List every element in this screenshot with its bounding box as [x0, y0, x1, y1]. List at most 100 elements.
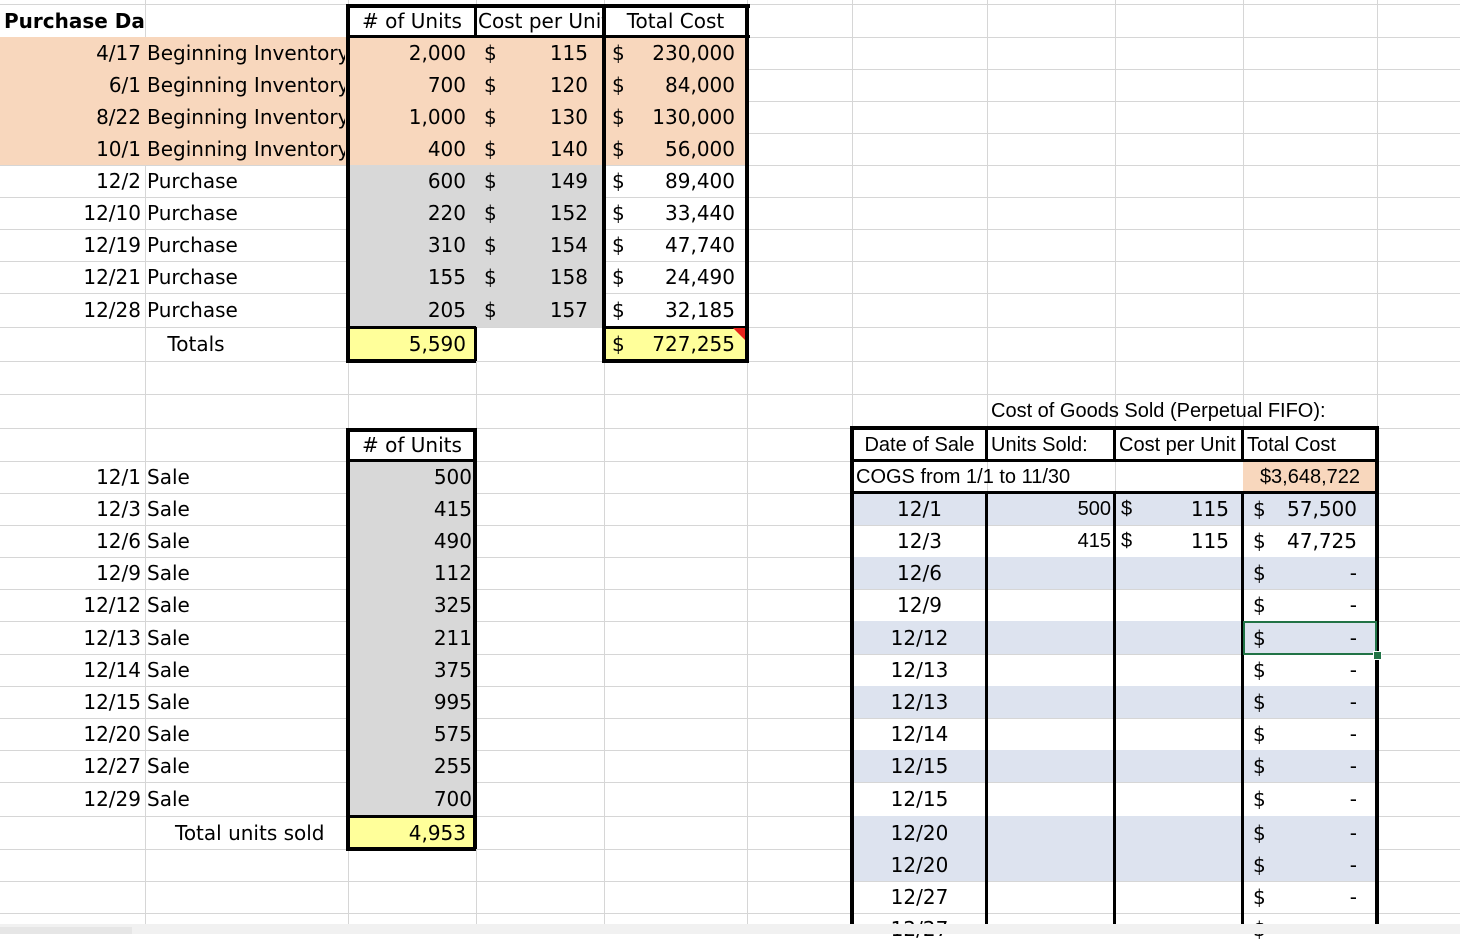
date-of-sale-header[interactable]: Date of Sale	[852, 428, 987, 461]
cogs-title[interactable]: Cost of Goods Sold (Perpetual FIFO):	[987, 394, 1377, 428]
sale-description[interactable]: Sale	[145, 557, 345, 589]
cost-per-unit-header[interactable]: Cost per Unit	[476, 4, 604, 37]
cost-per-unit-cell[interactable]	[1145, 849, 1243, 881]
currency-symbol[interactable]	[1115, 816, 1145, 849]
cogs-cost-per-unit-header[interactable]: Cost per Unit	[1115, 428, 1243, 461]
totals-label[interactable]: Totals	[145, 327, 345, 361]
purchase-total-cost[interactable]: 89,400	[634, 165, 747, 197]
sale-units[interactable]: 415	[348, 493, 476, 525]
total-cost-header[interactable]: Total Cost	[604, 4, 747, 37]
purchase-units[interactable]: 600	[348, 165, 476, 197]
purchase-date[interactable]: 10/1	[0, 133, 145, 165]
purchase-cost-per-unit[interactable]: 152	[506, 197, 604, 229]
sale-description[interactable]: Sale	[145, 654, 345, 686]
sale-date[interactable]: 12/12	[0, 589, 145, 621]
purchase-description[interactable]: Purchase	[145, 197, 345, 229]
cost-per-unit-cell[interactable]	[1145, 557, 1243, 589]
currency-symbol[interactable]	[1115, 686, 1145, 718]
units-header[interactable]: # of Units	[348, 4, 476, 37]
cost-per-unit-cell[interactable]: 115	[1145, 493, 1243, 525]
purchase-cost-per-unit[interactable]: 115	[506, 37, 604, 69]
currency-symbol[interactable]	[1115, 589, 1145, 621]
currency-symbol[interactable]: $	[476, 229, 506, 261]
currency-symbol[interactable]	[1115, 782, 1145, 816]
currency-symbol[interactable]: $	[1115, 525, 1145, 557]
sale-date-cell[interactable]: 12/9	[852, 589, 987, 621]
units-sold-cell[interactable]	[987, 621, 1115, 654]
sale-units[interactable]: 112	[348, 557, 476, 589]
purchase-date[interactable]: 12/28	[0, 293, 145, 327]
sale-description[interactable]: Sale	[145, 621, 345, 654]
sale-date[interactable]: 12/27	[0, 750, 145, 782]
currency-symbol[interactable]: $	[604, 293, 634, 327]
currency-symbol[interactable]: $	[1243, 750, 1273, 782]
currency-symbol[interactable]: $	[476, 133, 506, 165]
sale-date-cell[interactable]: 12/1	[852, 493, 987, 525]
currency-symbol[interactable]	[1115, 849, 1145, 881]
currency-symbol[interactable]: $	[604, 261, 634, 293]
purchase-date[interactable]: 4/17	[0, 37, 145, 69]
total-cost-cell[interactable]: -	[1273, 782, 1377, 816]
cost-per-unit-cell[interactable]	[1145, 881, 1243, 913]
purchase-total-cost[interactable]: 24,490	[634, 261, 747, 293]
cogs-total-cost-header[interactable]: Total Cost	[1243, 428, 1377, 461]
units-sold-cell[interactable]: 500	[987, 493, 1115, 525]
fill-handle[interactable]	[1373, 651, 1382, 660]
sale-date[interactable]: 12/6	[0, 525, 145, 557]
purchase-units[interactable]: 700	[348, 69, 476, 101]
cost-per-unit-cell[interactable]	[1145, 782, 1243, 816]
sale-units[interactable]: 995	[348, 686, 476, 718]
purchase-units[interactable]: 155	[348, 261, 476, 293]
units-sold-cell[interactable]	[987, 589, 1115, 621]
sale-date-cell[interactable]: 12/20	[852, 849, 987, 881]
sale-description[interactable]: Sale	[145, 589, 345, 621]
sale-date[interactable]: 12/9	[0, 557, 145, 589]
sale-date[interactable]: 12/15	[0, 686, 145, 718]
currency-symbol[interactable]: $	[1243, 849, 1273, 881]
cost-per-unit-cell[interactable]	[1145, 621, 1243, 654]
grand-total-cost[interactable]: 727,255	[634, 327, 747, 361]
total-units-sold-label[interactable]: Total units sold	[145, 816, 345, 849]
sale-date-cell[interactable]: 12/12	[852, 621, 987, 654]
purchase-date[interactable]: 12/10	[0, 197, 145, 229]
cost-per-unit-cell[interactable]	[1145, 816, 1243, 849]
total-cost-cell[interactable]: -	[1273, 750, 1377, 782]
sale-date[interactable]: 12/3	[0, 493, 145, 525]
purchase-date[interactable]: 8/22	[0, 101, 145, 133]
total-cost-cell[interactable]: 57,500	[1273, 493, 1377, 525]
currency-symbol[interactable]: $	[604, 327, 634, 361]
total-cost-cell[interactable]: -	[1273, 557, 1377, 589]
total-cost-cell[interactable]: 47,725	[1273, 525, 1377, 557]
currency-symbol[interactable]: $	[476, 165, 506, 197]
sale-units[interactable]: 375	[348, 654, 476, 686]
currency-symbol[interactable]: $	[1243, 718, 1273, 750]
units-sold-cell[interactable]	[987, 881, 1115, 913]
purchase-units[interactable]: 205	[348, 293, 476, 327]
sale-description[interactable]: Sale	[145, 461, 345, 493]
purchase-date[interactable]: 12/19	[0, 229, 145, 261]
units-sold-cell[interactable]	[987, 849, 1115, 881]
sale-description[interactable]: Sale	[145, 525, 345, 557]
spreadsheet-grid[interactable]: Purchase Date# of UnitsCost per UnitTota…	[0, 0, 1460, 939]
sales-units-header[interactable]: # of Units	[348, 428, 476, 461]
currency-symbol[interactable]: $	[604, 229, 634, 261]
currency-symbol[interactable]	[1115, 557, 1145, 589]
currency-symbol[interactable]: $	[1243, 782, 1273, 816]
currency-symbol[interactable]: $	[1243, 525, 1273, 557]
purchase-cost-per-unit[interactable]: 158	[506, 261, 604, 293]
sale-date[interactable]: 12/29	[0, 782, 145, 816]
sale-date-cell[interactable]: 12/15	[852, 750, 987, 782]
currency-symbol[interactable]	[1115, 750, 1145, 782]
purchase-units[interactable]: 1,000	[348, 101, 476, 133]
sale-units[interactable]: 700	[348, 782, 476, 816]
currency-symbol[interactable]: $	[1243, 881, 1273, 913]
prior-cogs-label[interactable]: COGS from 1/1 to 11/30	[852, 461, 1243, 493]
purchase-cost-per-unit[interactable]: 149	[506, 165, 604, 197]
total-cost-cell[interactable]: -	[1273, 686, 1377, 718]
purchase-total-cost[interactable]: 47,740	[634, 229, 747, 261]
purchase-description[interactable]: Purchase	[145, 261, 345, 293]
currency-symbol[interactable]: $	[476, 101, 506, 133]
purchase-total-cost[interactable]: 56,000	[634, 133, 747, 165]
sale-date[interactable]: 12/13	[0, 621, 145, 654]
sale-description[interactable]: Sale	[145, 493, 345, 525]
